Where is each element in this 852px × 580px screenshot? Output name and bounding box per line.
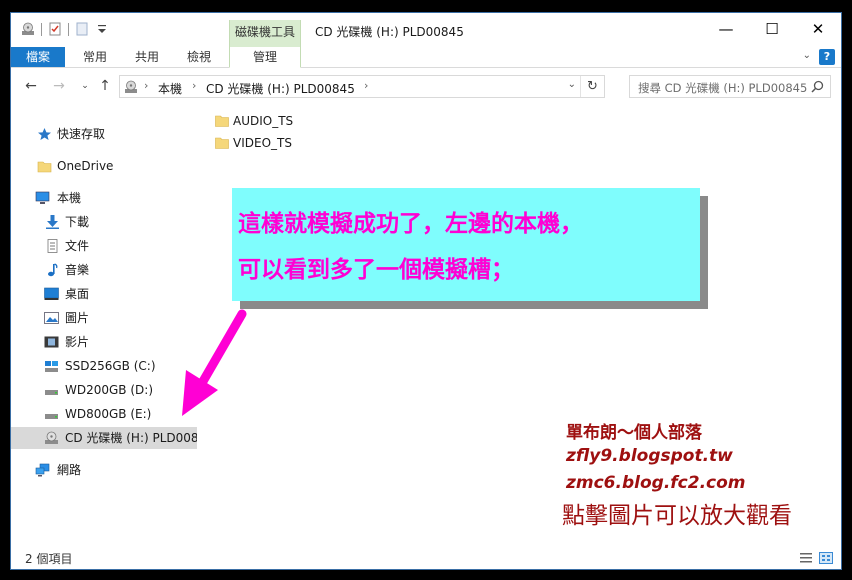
nav-label: 文件 [65, 239, 90, 253]
expand-ribbon-icon[interactable]: ⌄ [803, 50, 811, 61]
file-name: VIDEO_TS [233, 136, 292, 150]
chevron-right-icon[interactable]: › [144, 79, 148, 92]
nav-label: 下載 [65, 215, 90, 229]
annotation-line-1: 這樣就模擬成功了，左邊的本機， [238, 211, 583, 237]
details-view-icon[interactable] [799, 552, 813, 564]
download-icon [46, 215, 59, 229]
nav-label: OneDrive [57, 159, 114, 173]
nav-item-onedrive[interactable]: OneDrive [11, 155, 197, 177]
video-icon [44, 336, 59, 348]
maximize-button[interactable]: ☐ [749, 13, 795, 45]
drive-icon [45, 414, 58, 419]
nav-item-drive-d[interactable]: WD200GB (D:) [11, 379, 197, 401]
item-count: 2 個項目 [25, 552, 73, 566]
cd-drive-icon [45, 431, 58, 444]
annotation-callout: 這樣就模擬成功了，左邊的本機， 可以看到多了一個模擬槽； [232, 188, 700, 301]
properties-icon[interactable] [48, 22, 62, 36]
minimize-button[interactable]: — [703, 13, 749, 45]
nav-item-quick-access[interactable]: 快速存取 [11, 123, 197, 145]
star-icon [38, 128, 51, 140]
separator [68, 23, 69, 36]
search-box[interactable]: 搜尋 CD 光碟機 (H:) PLD00845 [629, 75, 831, 98]
navigation-bar: ← → ⌄ ↑ › 本機 › CD 光碟機 (H:) PLD00845 › ⌄ … [11, 73, 841, 101]
nav-label: 影片 [65, 335, 90, 349]
tab-manage[interactable]: 管理 [229, 47, 301, 68]
document-icon [47, 239, 58, 253]
credit-blog-name: 單布朗～個人部落 [566, 423, 702, 443]
nav-label: 快速存取 [57, 127, 106, 141]
nav-item-videos[interactable]: 影片 [11, 331, 197, 353]
nav-item-music[interactable]: 音樂 [11, 259, 197, 281]
nav-item-pictures[interactable]: 圖片 [11, 307, 197, 329]
picture-icon [44, 312, 59, 324]
system-drive-icon [45, 361, 58, 372]
nav-label: 本機 [57, 191, 82, 205]
nav-label: 網路 [57, 463, 82, 477]
nav-item-cd-drive-h[interactable]: CD 光碟機 (H:) PLD0084 [11, 427, 197, 449]
nav-item-network[interactable]: 網路 [11, 459, 197, 481]
tab-view[interactable]: 檢視 [179, 47, 219, 68]
drive-tools-tab-group: 磁碟機工具 [229, 20, 301, 47]
nav-label: SSD256GB (C:) [65, 359, 156, 373]
chevron-right-icon[interactable]: › [364, 79, 368, 92]
nav-label: 音樂 [65, 263, 90, 277]
chevron-right-icon[interactable]: › [192, 79, 196, 92]
annotation-line-2: 可以看到多了一個模擬槽； [238, 257, 514, 283]
window-title: CD 光碟機 (H:) PLD00845 [315, 25, 464, 39]
credit-url-1: zfly9.blogspot.tw [566, 446, 733, 466]
tab-home[interactable]: 常用 [75, 47, 115, 68]
recent-locations-dropdown[interactable]: ⌄ [75, 76, 95, 96]
tab-share[interactable]: 共用 [127, 47, 167, 68]
nav-item-this-pc[interactable]: 本機 [11, 187, 197, 209]
separator [41, 23, 42, 36]
breadcrumb-cd-drive[interactable]: CD 光碟機 (H:) PLD00845 [206, 80, 355, 97]
cd-drive-icon[interactable] [21, 22, 35, 36]
folder-icon [215, 137, 229, 149]
customize-toolbar-dropdown-icon[interactable] [95, 22, 109, 36]
nav-item-desktop[interactable]: 桌面 [11, 283, 197, 305]
drive-icon [45, 390, 58, 395]
status-bar: 2 個項目 [11, 547, 841, 569]
network-icon [35, 463, 50, 477]
up-button[interactable]: ↑ [95, 76, 115, 96]
annotation-arrow-icon [182, 309, 247, 416]
computer-icon [35, 191, 50, 204]
credit-url-2: zmc6.blog.fc2.com [566, 473, 746, 493]
search-placeholder: 搜尋 CD 光碟機 (H:) PLD00845 [638, 81, 808, 95]
nav-label: WD800GB (E:) [65, 407, 152, 421]
tab-file[interactable]: 檔案 [11, 47, 65, 67]
breadcrumb-this-pc[interactable]: 本機 [158, 80, 182, 97]
large-icons-view-icon[interactable] [819, 552, 833, 564]
nav-item-documents[interactable]: 文件 [11, 235, 197, 257]
nav-label: 圖片 [65, 311, 90, 325]
search-icon [811, 80, 824, 93]
new-folder-icon[interactable] [75, 22, 89, 36]
ribbon-tabs: 檔案 常用 共用 檢視 管理 ⌄ ? [11, 47, 841, 68]
navigation-pane: 快速存取 OneDrive 本機 下載 文件 音樂 桌面 圖片 影片 SSD25… [11, 107, 197, 541]
folder-icon [37, 161, 52, 173]
address-dropdown-icon[interactable]: ⌄ [568, 79, 576, 90]
address-bar[interactable]: › 本機 › CD 光碟機 (H:) PLD00845 › ⌄ ↻ [119, 75, 605, 98]
desktop-icon [44, 287, 59, 300]
back-button[interactable]: ← [21, 76, 41, 96]
nav-item-drive-c[interactable]: SSD256GB (C:) [11, 355, 197, 377]
help-button[interactable]: ? [819, 49, 835, 65]
music-icon [48, 263, 58, 277]
folder-icon [215, 115, 229, 127]
cd-drive-icon [125, 80, 137, 93]
nav-label: CD 光碟機 (H:) PLD0084 [65, 431, 197, 445]
file-name: AUDIO_TS [233, 114, 294, 128]
title-bar: 磁碟機工具 CD 光碟機 (H:) PLD00845 — ☐ ✕ [11, 13, 841, 47]
nav-label: 桌面 [65, 287, 90, 301]
credit-enlarge-note: 點擊圖片可以放大觀看 [562, 503, 792, 529]
refresh-button[interactable]: ↻ [580, 76, 604, 97]
nav-item-drive-e[interactable]: WD800GB (E:) [11, 403, 197, 425]
forward-button[interactable]: → [49, 76, 69, 96]
nav-label: WD200GB (D:) [65, 383, 154, 397]
close-button[interactable]: ✕ [795, 13, 841, 45]
nav-item-downloads[interactable]: 下載 [11, 211, 197, 233]
